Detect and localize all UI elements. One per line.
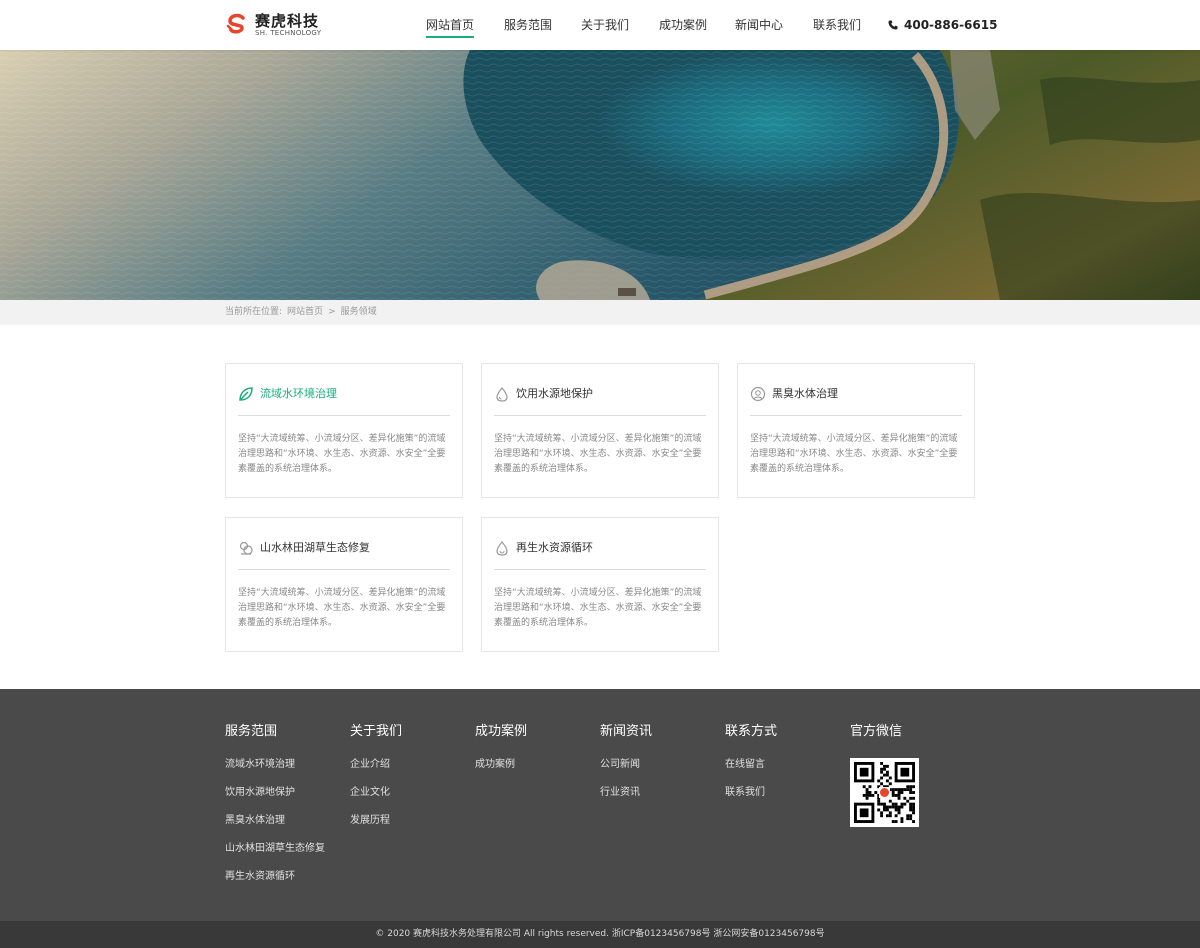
service-card-header: 山水林田湖草生态修复: [238, 540, 450, 570]
footer-col-wechat: 官方微信: [850, 724, 919, 827]
footer-link[interactable]: 公司新闻: [600, 758, 652, 786]
logo[interactable]: 赛虎科技 SH. TECHNOLOGY: [225, 12, 321, 38]
logo-name-cn: 赛虎科技: [255, 12, 320, 30]
footer-col-1: 关于我们企业介绍 企业文化 发展历程: [350, 724, 402, 842]
coastline-banner-image: [0, 50, 1200, 300]
service-card-title: 再生水资源循环: [516, 541, 593, 554]
service-card-title: 山水林田湖草生态修复: [260, 541, 370, 554]
nav-item-0[interactable]: 网站首页: [426, 0, 475, 50]
footer-link[interactable]: 再生水资源循环: [225, 870, 325, 898]
hero-banner: [0, 50, 1200, 300]
logo-name-en: SH. TECHNOLOGY: [255, 29, 322, 37]
site-header: 赛虎科技 SH. TECHNOLOGY 网站首页 服务范围 关于我们 成功案例 新闻中心…: [0, 0, 1200, 50]
nav-item-5[interactable]: 联系我们: [813, 0, 861, 50]
breadcrumb-separator: >: [328, 307, 336, 317]
leaf-icon: [239, 387, 253, 401]
service-card-description: 坚持“大流域统筹、小流域分区、差异化施策”的流域治理思路和“水环境、水生态、水资…: [750, 434, 958, 474]
footer-link[interactable]: 在线留言: [725, 758, 777, 786]
footer-link[interactable]: 饮用水源地保护: [225, 786, 325, 814]
nav-item-4[interactable]: 新闻中心: [735, 0, 783, 50]
service-card-header: 流域水环境治理: [238, 386, 450, 416]
site-footer: 服务范围流域水环境治理 饮用水源地保护 黑臭水体治理 山水林田湖草生态修复 再生水资源循…: [0, 689, 1200, 921]
breadcrumb-prefix: 当前所在位置:: [225, 307, 283, 317]
service-card-title: 流域水环境治理: [260, 387, 337, 400]
footer-link[interactable]: 行业资讯: [600, 786, 652, 814]
service-card[interactable]: 山水林田湖草生态修复坚持“大流域统筹、小流域分区、差异化施策”的流域治理思路和“…: [225, 517, 463, 652]
footer-col-title: 官方微信: [850, 724, 903, 739]
phone-number: 400-886-6615: [904, 18, 998, 32]
service-card-header: 再生水资源循环: [494, 540, 706, 570]
footer-col-title: 联系方式: [725, 724, 778, 739]
footer-link[interactable]: 成功案例: [475, 758, 527, 786]
water-drop-icon: [496, 387, 508, 402]
footer-link[interactable]: 联系我们: [725, 786, 777, 814]
breadcrumb-home-link[interactable]: 网站首页: [287, 300, 323, 325]
breadcrumb: 当前所在位置: 网站首页 > 服务领域: [225, 300, 382, 325]
footer-col-4: 联系方式在线留言 联系我们: [725, 724, 777, 814]
footer-link[interactable]: 黑臭水体治理: [225, 814, 325, 842]
footer-col-title: 成功案例: [475, 724, 528, 739]
service-card[interactable]: 再生水资源循环坚持“大流域统筹、小流域分区、差异化施策”的流域治理思路和“水环境…: [481, 517, 719, 652]
service-card-description: 坚持“大流域统筹、小流域分区、差异化施策”的流域治理思路和“水环境、水生态、水资…: [494, 434, 702, 474]
footer-col-3: 新闻资讯公司新闻 行业资讯: [600, 724, 652, 814]
footer-col-0: 服务范围流域水环境治理 饮用水源地保护 黑臭水体治理 山水林田湖草生态修复 再生水资源循…: [225, 724, 325, 898]
footer-link[interactable]: 发展历程: [350, 814, 402, 842]
footer-link[interactable]: 山水林田湖草生态修复: [225, 842, 325, 870]
breadcrumb-current: 服务领域: [340, 307, 377, 317]
footer-link[interactable]: 流域水环境治理: [225, 758, 325, 786]
nav-item-1[interactable]: 服务范围: [504, 0, 552, 50]
service-card-header: 饮用水源地保护: [494, 386, 706, 416]
footer-link[interactable]: 企业文化: [350, 786, 402, 814]
service-card-header: 黑臭水体治理: [750, 386, 962, 416]
service-card-title: 黑臭水体治理: [772, 387, 838, 400]
service-card[interactable]: 黑臭水体治理坚持“大流域统筹、小流域分区、差异化施策”的流域治理思路和“水环境、…: [737, 363, 975, 498]
mountain-icon: [239, 541, 253, 555]
recycle-drop-icon: [496, 541, 508, 556]
footer-link[interactable]: 企业介绍: [350, 758, 402, 786]
service-card-title: 饮用水源地保护: [516, 387, 593, 400]
service-card[interactable]: 饮用水源地保护坚持“大流域统筹、小流域分区、差异化施策”的流域治理思路和“水环境…: [481, 363, 719, 498]
copyright: © 2020 赛虎科技水务处理有限公司 All rights reserved.…: [0, 921, 1200, 948]
qr-code-icon: [850, 758, 919, 827]
footer-col-title: 服务范围: [225, 724, 278, 739]
footer-col-2: 成功案例 成功案例: [475, 724, 527, 786]
logo-s-icon: [226, 13, 245, 34]
phone-icon: [888, 20, 898, 30]
service-card-description: 坚持“大流域统筹、小流域分区、差异化施策”的流域治理思路和“水环境、水生态、水资…: [494, 588, 702, 628]
hotline: 400-886-6615: [888, 0, 997, 50]
breadcrumb-bar: 当前所在位置: 网站首页 > 服务领域: [0, 300, 1200, 325]
service-card-description: 坚持“大流域统筹、小流域分区、差异化施策”的流域治理思路和“水环境、水生态、水资…: [238, 588, 446, 628]
nav-item-2[interactable]: 关于我们: [581, 0, 629, 50]
face-icon: [750, 386, 766, 402]
nav-item-3[interactable]: 成功案例: [659, 0, 707, 50]
footer-col-title: 新闻资讯: [600, 724, 653, 739]
service-card[interactable]: 流域水环境治理坚持“大流域统筹、小流域分区、差异化施策”的流域治理思路和“水环境…: [225, 363, 463, 498]
footer-col-title: 关于我们: [350, 724, 403, 739]
service-card-description: 坚持“大流域统筹、小流域分区、差异化施策”的流域治理思路和“水环境、水生态、水资…: [238, 434, 446, 474]
